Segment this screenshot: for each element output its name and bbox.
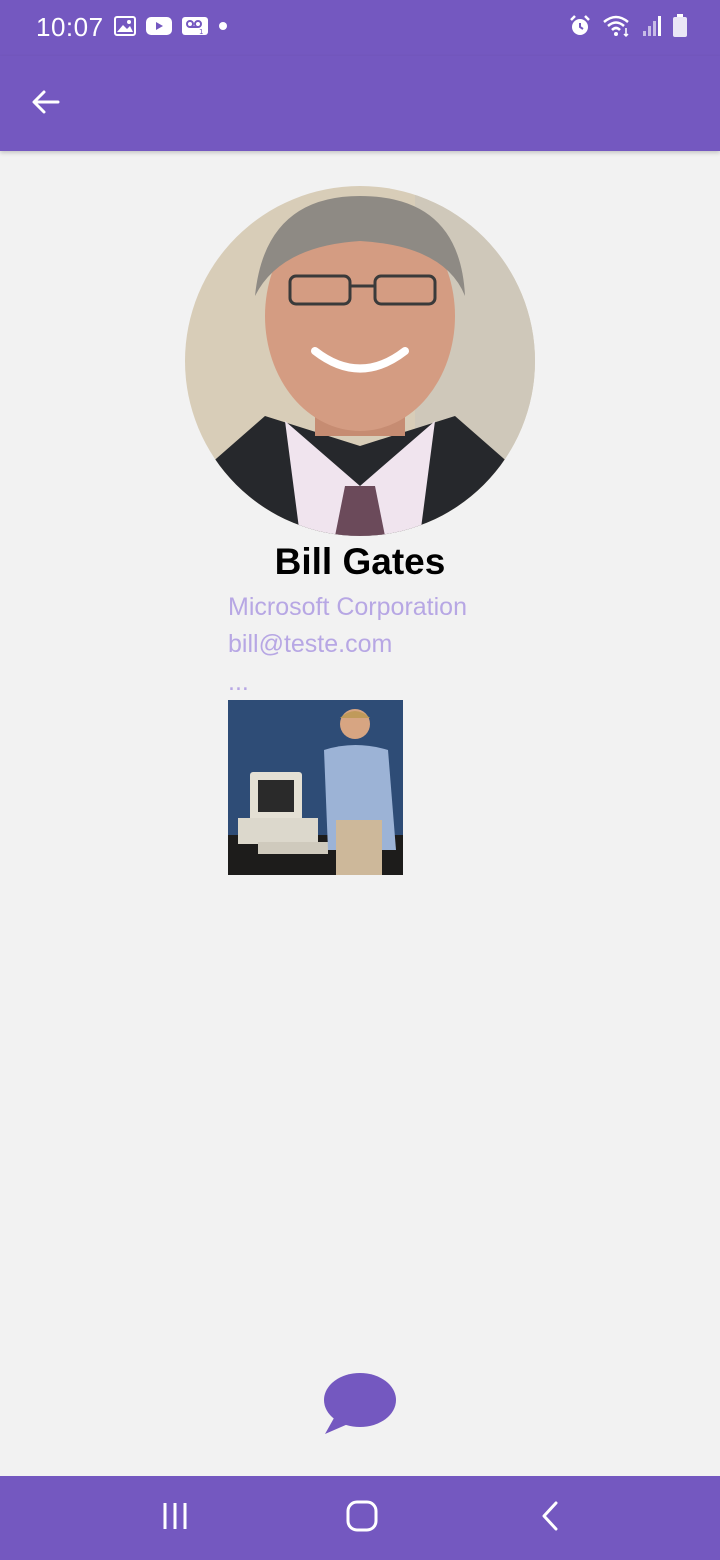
chat-bubble-icon [320, 1373, 400, 1444]
arrow-left-icon [30, 86, 62, 123]
status-left-icons: 1 [114, 16, 228, 36]
svg-text:1: 1 [199, 28, 203, 36]
profile-email: bill@teste.com [228, 630, 393, 658]
status-bar: 10:07 1 [0, 0, 720, 56]
profile-company: Microsoft Corporation [228, 593, 467, 621]
recents-icon [159, 1500, 191, 1537]
profile-name: Bill Gates [274, 541, 446, 582]
profile-more-indicator: ... [228, 668, 249, 696]
chat-button[interactable] [320, 1370, 400, 1440]
dot-icon [218, 21, 228, 31]
home-icon [345, 1499, 379, 1538]
alarm-icon [568, 14, 592, 38]
profile-photo [228, 700, 403, 875]
gallery-icon [114, 16, 136, 36]
avatar [185, 186, 535, 536]
nav-recents-button[interactable] [145, 1494, 205, 1542]
wifi-icon [602, 14, 632, 38]
back-icon [538, 1500, 562, 1537]
app-bar [0, 56, 720, 151]
voicemail-icon: 1 [182, 16, 208, 36]
signal-icon [642, 15, 662, 37]
status-right-icons [568, 14, 688, 38]
back-button[interactable] [22, 80, 70, 128]
battery-icon [672, 14, 688, 38]
nav-back-button[interactable] [520, 1494, 580, 1542]
youtube-icon [146, 16, 172, 36]
status-time: 10:07 [36, 12, 104, 42]
navigation-bar [0, 1476, 720, 1560]
nav-home-button[interactable] [332, 1494, 392, 1542]
